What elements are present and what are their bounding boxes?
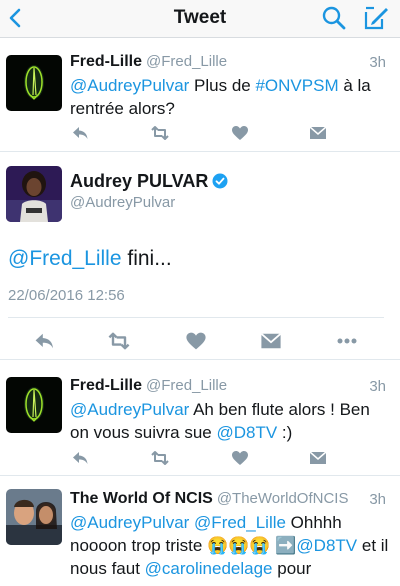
tweet-card[interactable]: Fred-Lille @Fred_Lille 3h @AudreyPulvar A… (0, 361, 400, 476)
like-icon[interactable] (230, 123, 250, 143)
author-name[interactable]: Fred-Lille (70, 53, 142, 70)
author-name[interactable]: Audrey PULVAR (70, 171, 208, 191)
avatar-alien[interactable] (6, 55, 62, 111)
tweet-text: @Fred_Lille fini... (8, 247, 172, 271)
reply-icon[interactable] (70, 448, 90, 468)
mention-link[interactable]: @AudreyPulvar (70, 76, 189, 95)
mention-link[interactable]: @Fred_Lille (8, 247, 122, 270)
author-handle[interactable]: @Fred_Lille (146, 53, 227, 70)
retweet-icon[interactable] (107, 329, 131, 353)
tweet-text: @AudreyPulvar Ah ben flute alors ! Ben o… (70, 398, 390, 444)
dm-icon[interactable] (308, 448, 328, 468)
verified-badge-icon (212, 173, 228, 189)
mention-link[interactable]: @AudreyPulvar (70, 513, 189, 532)
more-icon[interactable] (335, 329, 359, 353)
avatar-ncis[interactable] (6, 489, 62, 545)
tweet-text-segment: pour (272, 559, 312, 578)
search-icon[interactable] (321, 5, 347, 31)
tweet-timestamp: 22/06/2016 12:56 (8, 287, 125, 304)
retweet-icon[interactable] (150, 448, 170, 468)
compose-icon[interactable] (362, 4, 390, 32)
mention-link[interactable]: @D8TV (296, 536, 357, 555)
hashtag-link[interactable]: #ONVPSM (255, 76, 338, 95)
tweet-text: @AudreyPulvar Plus de #ONVPSM à la rentr… (70, 74, 390, 120)
dm-icon[interactable] (259, 329, 283, 353)
reply-icon[interactable] (32, 329, 56, 353)
tweet-time: 3h (369, 491, 386, 508)
tweet-actions (0, 329, 400, 353)
mention-link[interactable]: @Fred_Lille (194, 513, 286, 532)
mention-link[interactable]: @carolinedelage (145, 559, 273, 578)
author-handle[interactable]: @TheWorldOfNCIS (217, 490, 349, 507)
like-icon[interactable] (184, 329, 208, 353)
avatar-alien[interactable] (6, 377, 62, 433)
tweet-card[interactable]: Fred-Lille @Fred_Lille 3h @AudreyPulvar P… (0, 39, 400, 152)
mention-link[interactable]: @D8TV (216, 423, 277, 442)
dm-icon[interactable] (308, 123, 328, 143)
author-name[interactable]: Fred-Lille (70, 377, 142, 394)
retweet-icon[interactable] (150, 123, 170, 143)
tweet-time: 3h (369, 378, 386, 395)
avatar-audrey[interactable] (6, 166, 62, 222)
tweet-text-segment: :) (277, 423, 293, 442)
author-handle[interactable]: @AudreyPulvar (70, 194, 175, 211)
divider (8, 317, 384, 318)
mention-link[interactable]: @AudreyPulvar (70, 400, 189, 419)
tweet-text-segment: Plus de (189, 76, 256, 95)
author-name[interactable]: The World Of NCIS (70, 490, 213, 507)
tweet-text-segment: fini... (121, 247, 172, 270)
main-tweet: Audrey PULVAR @AudreyPulvar @Fred_Lille … (0, 153, 400, 360)
tweet-time: 3h (369, 54, 386, 71)
like-icon[interactable] (230, 448, 250, 468)
tweet-text: @AudreyPulvar @Fred_Lille Ohhhh noooon t… (70, 511, 390, 580)
reply-icon[interactable] (70, 123, 90, 143)
tweet-card[interactable]: The World Of NCIS @TheWorldOfNCIS 3h @Aud… (0, 477, 400, 586)
navigation-bar: Tweet (0, 0, 400, 38)
author-handle[interactable]: @Fred_Lille (146, 377, 227, 394)
